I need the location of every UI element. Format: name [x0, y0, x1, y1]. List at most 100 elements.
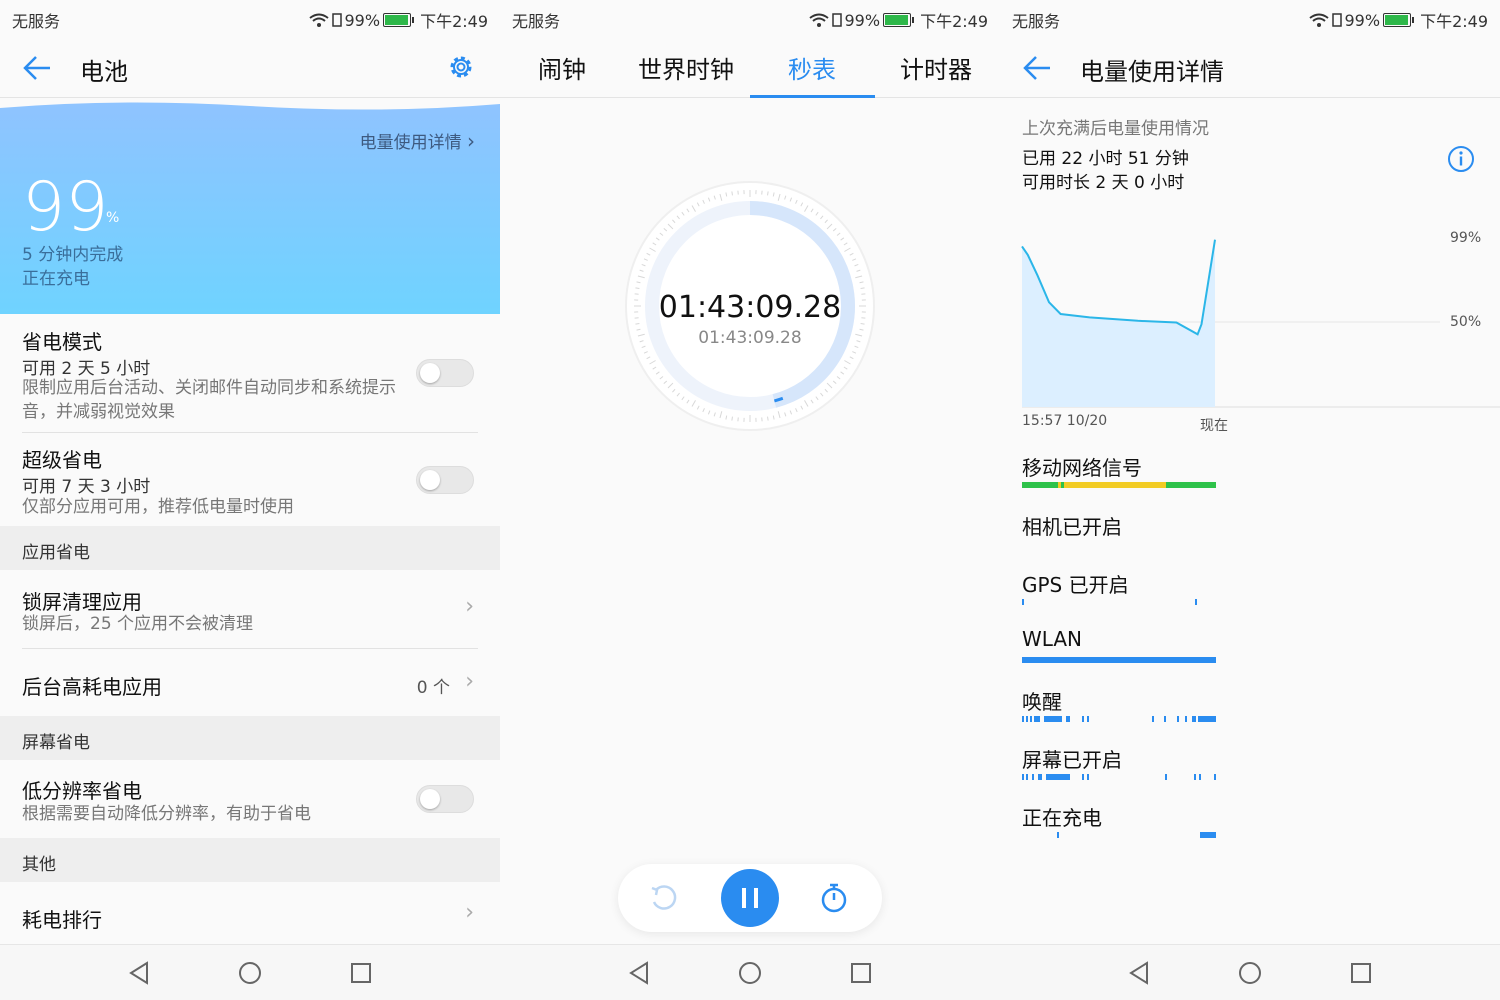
- low-res-title: 低分辨率省电: [22, 779, 142, 803]
- ultra-saving-title: 超级省电: [22, 448, 102, 472]
- track-mobile-signal: 移动网络信号: [1022, 452, 1216, 492]
- ranking-row[interactable]: 耗电排行 ›: [0, 882, 500, 944]
- sim-icon: [331, 13, 342, 27]
- track-wakeup: 唤醒: [1022, 686, 1216, 726]
- settings-gear-icon[interactable]: [446, 52, 476, 82]
- tab-world-clock[interactable]: 世界时钟: [638, 50, 734, 85]
- lap-time: 01:43:09.28: [698, 328, 802, 348]
- carrier-label: 无服务: [1012, 12, 1061, 31]
- nav-recents-icon[interactable]: [849, 961, 873, 985]
- battery-icon: [1383, 13, 1415, 27]
- nav-home-icon[interactable]: [1238, 961, 1262, 985]
- ultra-saving-desc: 仅部分应用可用，推荐低电量时使用: [22, 497, 294, 517]
- lock-clean-row[interactable]: 锁屏清理应用 锁屏后，25 个应用不会被清理 ›: [0, 570, 500, 648]
- status-bar: 无服务 99% 下午2:49: [0, 0, 500, 34]
- battery-area: [1022, 239, 1215, 407]
- sim-icon: [1331, 13, 1342, 27]
- battery-icon: [383, 13, 415, 27]
- nav-back-icon[interactable]: [627, 961, 651, 985]
- lap-stopwatch-icon[interactable]: [818, 882, 850, 914]
- usage-details-link[interactable]: 电量使用详情 ›: [360, 128, 475, 153]
- usage-heading: 上次充满后电量使用情况: [1022, 119, 1209, 139]
- track-label: 屏幕已开启: [1022, 748, 1122, 772]
- back-arrow-icon[interactable]: [1022, 54, 1052, 82]
- nav-bar: [500, 944, 1000, 1000]
- ranking-title: 耗电排行: [22, 908, 102, 932]
- ultra-saving-toggle[interactable]: [416, 466, 474, 494]
- track-wlan: WLAN: [1022, 627, 1216, 667]
- battery-level-chart: [1021, 239, 1500, 408]
- track-label: 移动网络信号: [1022, 456, 1142, 480]
- percent-sign: %: [106, 210, 120, 226]
- power-saving-row[interactable]: 省电模式 可用 2 天 5 小时 限制应用后台活动、关闭邮件自动同步和系统提示音…: [0, 314, 500, 432]
- ultra-saving-row[interactable]: 超级省电 可用 7 天 3 小时 仅部分应用可用，推荐低电量时使用: [0, 433, 500, 526]
- track-camera: 相机已开启: [1022, 511, 1216, 551]
- lock-clean-title: 锁屏清理应用: [22, 590, 142, 614]
- battery-percent-value: 99: [22, 168, 109, 247]
- nav-home-icon[interactable]: [738, 961, 762, 985]
- low-res-row[interactable]: 低分辨率省电 根据需要自动降低分辨率，有助于省电: [0, 760, 500, 838]
- y-tick-50: 50%: [1450, 314, 1482, 330]
- power-saving-title: 省电模式: [22, 330, 102, 354]
- tab-stopwatch[interactable]: 秒表: [788, 50, 836, 85]
- stopwatch-controls: [618, 864, 882, 932]
- track-gps: GPS 已开启: [1022, 569, 1216, 609]
- dial-tick: [731, 191, 733, 196]
- screen-on-bar: [1022, 774, 1216, 780]
- dial-tick: [767, 416, 769, 421]
- wave-decoration: [0, 98, 500, 110]
- used-duration: 已用 22 小时 51 分钟: [1022, 149, 1189, 169]
- battery-screen: 无服务 99% 下午2:49 电池 电量使用详情 › 99 % 5 分钟内完成 …: [0, 0, 500, 1000]
- available-duration: 可用时长 2 天 0 小时: [1022, 173, 1185, 193]
- elapsed-time: 01:43:09.28: [658, 290, 842, 325]
- reset-icon[interactable]: [648, 882, 680, 914]
- section-other: 其他: [0, 838, 500, 882]
- nav-back-icon[interactable]: [127, 961, 151, 985]
- chevron-right-icon: ›: [465, 594, 474, 619]
- track-label: WLAN: [1022, 627, 1083, 651]
- track-label: 相机已开启: [1022, 515, 1122, 539]
- dial-tick: [635, 287, 640, 289]
- chevron-right-icon: ›: [465, 900, 474, 925]
- tab-alarm[interactable]: 闹钟: [538, 50, 586, 85]
- section-screen-saving: 屏幕省电: [0, 716, 500, 760]
- dial-tick: [731, 416, 733, 421]
- power-saving-toggle[interactable]: [416, 359, 474, 387]
- battery-percent-label: 99%: [844, 10, 881, 30]
- wlan-bar: [1022, 657, 1216, 663]
- low-res-desc: 根据需要自动降低分辨率，有助于省电: [22, 804, 311, 824]
- bg-high-power-count: 0 个: [416, 678, 450, 698]
- clock-label: 下午2:49: [920, 12, 988, 31]
- power-saving-desc: 限制应用后台活动、关闭邮件自动同步和系统提示音，并减弱视觉效果: [22, 378, 396, 422]
- nav-back-icon[interactable]: [1127, 961, 1151, 985]
- nav-recents-icon[interactable]: [349, 961, 373, 985]
- pause-button[interactable]: [721, 869, 779, 927]
- sim-icon: [831, 13, 842, 27]
- status-bar: 无服务 99% 下午2:49: [500, 0, 1000, 34]
- nav-home-icon[interactable]: [238, 961, 262, 985]
- charging-bar: [1057, 832, 1216, 838]
- app-bar: 电量使用详情: [1000, 34, 1500, 98]
- dial-tick: [767, 191, 769, 196]
- wifi-icon: [1308, 13, 1329, 27]
- nav-recents-icon[interactable]: [1349, 961, 1373, 985]
- wifi-icon: [808, 13, 829, 27]
- gps-bar: [1022, 599, 1197, 605]
- nav-bar: [1000, 944, 1500, 1000]
- low-res-toggle[interactable]: [416, 785, 474, 813]
- track-label: GPS 已开启: [1022, 573, 1129, 597]
- ultra-saving-available: 可用 7 天 3 小时: [22, 477, 151, 497]
- y-tick-99: 99%: [1450, 230, 1482, 246]
- battery-icon: [883, 13, 915, 27]
- info-icon[interactable]: [1446, 144, 1476, 174]
- battery-percent-label: 99%: [1344, 10, 1381, 30]
- page-title: 电池: [80, 58, 128, 86]
- dial-tick: [860, 287, 865, 289]
- tab-timer[interactable]: 计时器: [900, 50, 972, 85]
- charging-status-text: 正在充电: [22, 269, 90, 289]
- page-title: 电量使用详情: [1080, 58, 1224, 86]
- clock-tabs: 闹钟 世界时钟 秒表 计时器: [500, 34, 1000, 98]
- usage-details-screen: 无服务 99% 下午2:49 电量使用详情 上次充满后电量使用情况 已用 22 …: [1000, 0, 1500, 1000]
- back-arrow-icon[interactable]: [22, 54, 52, 82]
- bg-high-power-row[interactable]: 后台高耗电应用 0 个 ›: [0, 649, 500, 716]
